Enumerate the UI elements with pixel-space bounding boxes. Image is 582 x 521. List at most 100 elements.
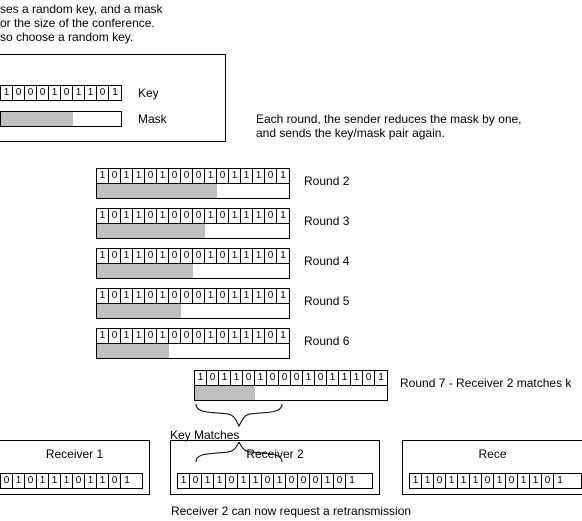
- bit-cell: 0: [1, 474, 13, 488]
- bit-cell: 1: [49, 86, 61, 100]
- bit-cell: 1: [205, 169, 217, 183]
- bit-cell: 0: [109, 169, 121, 183]
- bit-cell: 1: [61, 474, 73, 488]
- bit-cell: 0: [482, 474, 494, 488]
- bit-cell: 1: [133, 169, 145, 183]
- bit-cell: 1: [157, 169, 169, 183]
- bit-cell: 0: [217, 329, 229, 343]
- bit-cell: 1: [49, 474, 61, 488]
- bit-cell: 1: [303, 371, 315, 385]
- bit-cell: 0: [310, 474, 322, 488]
- bit-cell: 1: [410, 474, 422, 488]
- bit-cell: 0: [25, 474, 37, 488]
- bit-cell: 0: [181, 249, 193, 263]
- bit-cell: 1: [97, 329, 109, 343]
- bit-cell: 1: [85, 86, 97, 100]
- bit-cell: 0: [13, 86, 25, 100]
- bit-cell: 1: [241, 289, 253, 303]
- round-bitrow: 1011010001011101: [96, 248, 290, 264]
- round-label: Round 6: [304, 334, 349, 348]
- bit-cell: 0: [169, 249, 181, 263]
- bit-cell: 0: [265, 169, 277, 183]
- bit-cell: 0: [265, 209, 277, 223]
- bit-cell: 1: [255, 371, 267, 385]
- bit-cell: 1: [229, 169, 241, 183]
- bit-cell: 1: [121, 474, 133, 488]
- bit-cell: 1: [97, 169, 109, 183]
- round-block: 1011010001011101: [96, 288, 290, 319]
- bit-cell: 0: [190, 474, 202, 488]
- bit-cell: 1: [458, 474, 470, 488]
- bit-cell: 1: [85, 474, 97, 488]
- round-block: 1011010001011101: [96, 248, 290, 279]
- bit-cell: 0: [542, 474, 554, 488]
- bit-cell: 1: [351, 371, 363, 385]
- intro-line2: or the size of the conference.: [0, 16, 163, 30]
- bit-cell: 1: [37, 474, 49, 488]
- bit-cell: 0: [145, 289, 157, 303]
- bit-cell: 1: [231, 371, 243, 385]
- round-maskbar: [96, 183, 290, 199]
- bit-cell: 0: [265, 289, 277, 303]
- bit-cell: 0: [181, 289, 193, 303]
- sender-key-bitrow: 1000101101: [0, 85, 122, 101]
- bit-cell: 0: [145, 249, 157, 263]
- bit-cell: 1: [229, 209, 241, 223]
- bit-cell: 1: [121, 209, 133, 223]
- bit-cell: 1: [375, 371, 387, 385]
- bit-cell: 1: [277, 249, 289, 263]
- bit-cell: 1: [97, 474, 109, 488]
- bit-cell: 1: [195, 371, 207, 385]
- round-block: 1011010001011101: [96, 208, 290, 239]
- round-maskbar: [96, 263, 290, 279]
- bit-cell: 1: [121, 169, 133, 183]
- bit-cell: 0: [193, 289, 205, 303]
- bit-cell: 1: [277, 209, 289, 223]
- bit-cell: 1: [13, 474, 25, 488]
- explain-line1: Each round, the sender reduces the mask …: [256, 112, 522, 126]
- bit-cell: 0: [434, 474, 446, 488]
- bit-cell: 0: [109, 289, 121, 303]
- round-maskbar: [96, 223, 290, 239]
- brace-top-icon: [194, 402, 284, 428]
- bit-cell: 1: [73, 86, 85, 100]
- bit-cell: 0: [193, 249, 205, 263]
- bit-cell: 1: [205, 249, 217, 263]
- bit-cell: 1: [446, 474, 458, 488]
- bit-cell: 0: [193, 169, 205, 183]
- bit-cell: 1: [133, 249, 145, 263]
- receiver-3-bitrow: 1101110101101: [409, 473, 582, 489]
- round-bitrow: 1011010001011101: [96, 168, 290, 184]
- bit-cell: 1: [121, 329, 133, 343]
- intro-text: ses a random key, and a mask or the size…: [0, 2, 163, 44]
- bit-cell: 1: [253, 329, 265, 343]
- bit-cell: 0: [217, 209, 229, 223]
- round-block: 1011010001011101: [96, 328, 290, 359]
- bit-cell: 0: [267, 371, 279, 385]
- bit-cell: 1: [346, 474, 358, 488]
- bit-cell: 1: [121, 249, 133, 263]
- bit-cell: 1: [322, 474, 334, 488]
- bit-cell: 0: [73, 474, 85, 488]
- bit-cell: 0: [193, 209, 205, 223]
- receiver-1-bitrow: 01011101101: [0, 473, 143, 489]
- bit-cell: 1: [274, 474, 286, 488]
- bit-cell: 1: [229, 289, 241, 303]
- bit-cell: 1: [205, 289, 217, 303]
- bit-cell: 1: [470, 474, 482, 488]
- bit-cell: 0: [291, 371, 303, 385]
- round7-maskbar: [194, 385, 388, 401]
- round-label: Round 3: [304, 214, 349, 228]
- bit-cell: 0: [262, 474, 274, 488]
- bit-cell: 0: [109, 209, 121, 223]
- bit-cell: 0: [193, 329, 205, 343]
- bit-cell: 1: [253, 289, 265, 303]
- bit-cell: 1: [133, 329, 145, 343]
- bit-cell: 0: [181, 329, 193, 343]
- bit-cell: 1: [530, 474, 542, 488]
- round-maskbar: [96, 303, 290, 319]
- bit-cell: 0: [145, 209, 157, 223]
- receiver-2-title: Receiver 2: [171, 447, 379, 461]
- bit-cell: 1: [97, 249, 109, 263]
- bit-cell: 1: [241, 209, 253, 223]
